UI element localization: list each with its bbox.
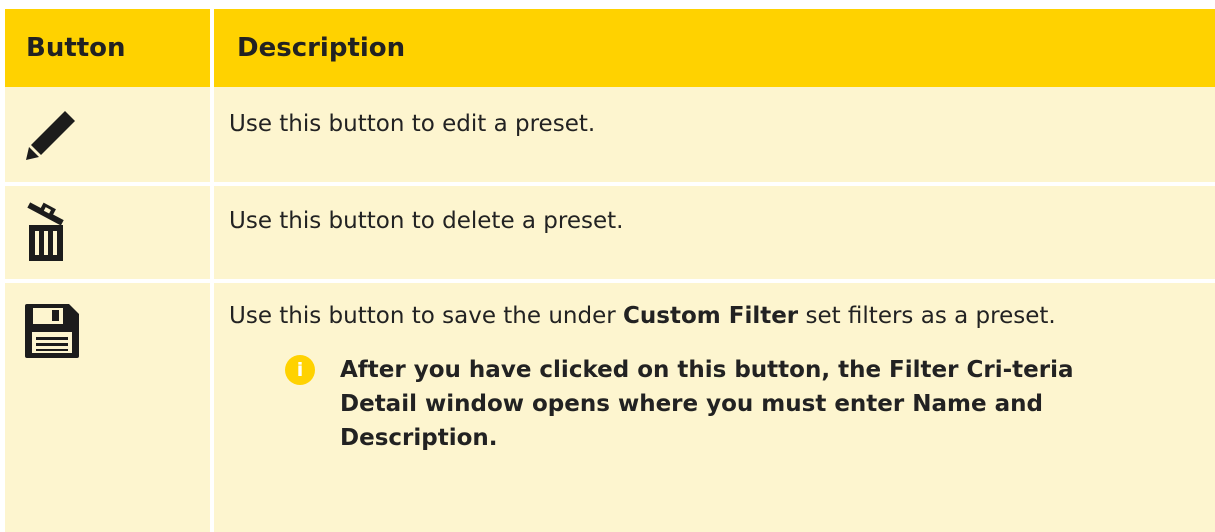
- info-icon: i: [285, 355, 315, 385]
- floppy-save-icon: [21, 300, 210, 362]
- custom-filter-term: Custom Filter: [623, 303, 799, 329]
- trash-delete-icon: [21, 201, 210, 263]
- buttons-table: Button Description Use this button to ed…: [5, 9, 1215, 532]
- column-header-description: Description: [210, 9, 1215, 87]
- pencil-edit-icon: [21, 105, 210, 165]
- table-header-row: Button Description: [5, 9, 1215, 87]
- info-note: i After you have clicked on this button,…: [229, 353, 1175, 455]
- description-cell: Use this button to edit a preset.: [210, 87, 1215, 184]
- icon-cell: [5, 87, 212, 184]
- description-cell: Use this button to save the under Custom…: [210, 279, 1215, 532]
- table-row-edit: Use this button to edit a preset.: [5, 87, 1215, 184]
- column-header-button: Button: [5, 9, 212, 87]
- table-row-save: Use this button to save the under Custom…: [5, 279, 1215, 532]
- icon-cell: [5, 182, 212, 281]
- info-note-text: After you have clicked on this button, t…: [340, 357, 1074, 451]
- description-text: Use this button to save the under Custom…: [229, 303, 1056, 329]
- icon-cell: [5, 279, 212, 532]
- description-cell: Use this button to delete a preset.: [210, 182, 1215, 281]
- table-row-delete: Use this button to delete a preset.: [5, 182, 1215, 281]
